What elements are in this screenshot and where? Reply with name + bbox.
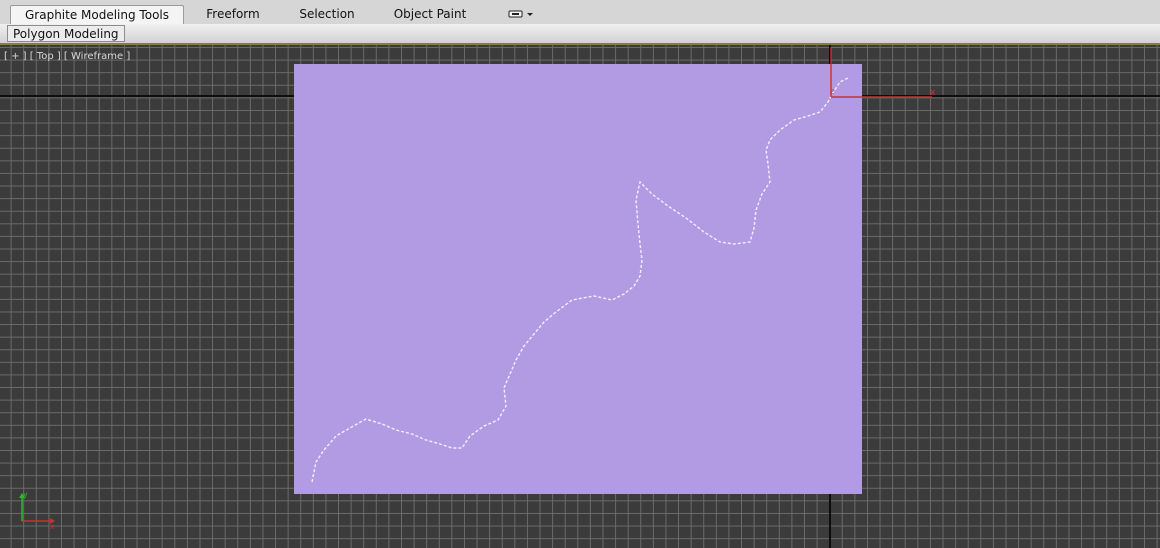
viewport-label[interactable]: [ + ] [ Top ] [ Wireframe ] (4, 51, 130, 62)
axis-y-label: y (23, 491, 28, 499)
plane-object[interactable] (294, 64, 862, 494)
ribbon-customize-dropdown-icon[interactable] (500, 5, 536, 24)
tab-freeform[interactable]: Freeform (196, 5, 270, 24)
polygon-modeling-panel-button[interactable]: Polygon Modeling (7, 25, 125, 42)
gizmo-z-label: z (830, 87, 834, 96)
ribbon-panel-bar: Polygon Modeling (0, 24, 1160, 43)
tab-graphite-modeling-tools[interactable]: Graphite Modeling Tools (10, 5, 184, 24)
3ds-max-window: Graphite Modeling Tools Freeform Selecti… (0, 0, 1160, 548)
spline-shape[interactable] (294, 64, 862, 494)
ribbon-tab-bar: Graphite Modeling Tools Freeform Selecti… (0, 0, 1160, 25)
view-axis-tripod-icon: y x (19, 491, 55, 531)
tab-object-paint[interactable]: Object Paint (386, 5, 474, 24)
gizmo-x-label: x (930, 88, 936, 98)
tab-selection[interactable]: Selection (290, 5, 364, 24)
ribbon-menu-icon (508, 10, 533, 18)
transform-gizmo-icon[interactable]: x z (824, 45, 944, 105)
top-viewport[interactable]: [ + ] [ Top ] [ Wireframe ] x z y x (0, 45, 1160, 548)
axis-x-label: x (50, 522, 55, 531)
